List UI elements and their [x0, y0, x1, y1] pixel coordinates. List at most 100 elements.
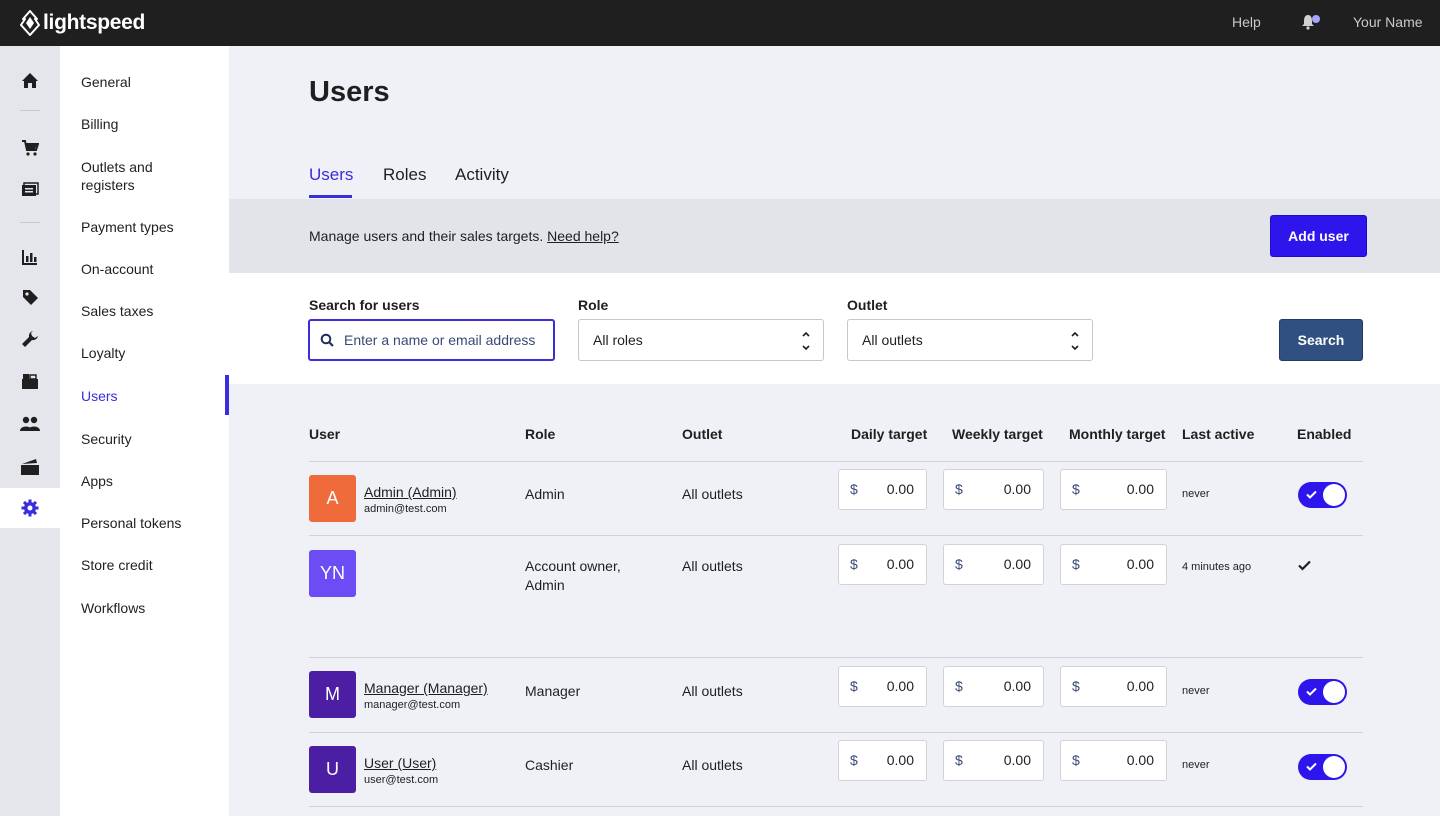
nav-apps[interactable]: Apps — [81, 472, 221, 490]
tab-users[interactable]: Users — [309, 165, 353, 185]
select-arrows-icon — [1071, 331, 1079, 351]
user-email: user@test.com — [364, 774, 439, 786]
bell-icon[interactable] — [1301, 13, 1323, 36]
user-name-link[interactable]: Manager (Manager) — [364, 680, 488, 696]
currency-symbol: $ — [955, 481, 963, 497]
nav-on-account[interactable]: On-account — [81, 260, 221, 278]
monthly-target-input[interactable]: $0.00 — [1060, 666, 1167, 707]
amount-value: 0.00 — [1003, 481, 1031, 497]
tab-roles[interactable]: Roles — [383, 165, 426, 185]
need-help-link[interactable]: Need help? — [547, 228, 619, 244]
amount-value: 0.00 — [1003, 678, 1031, 694]
user-outlet: All outlets — [682, 558, 743, 574]
amount-value: 0.00 — [886, 752, 914, 768]
search-button[interactable]: Search — [1279, 319, 1363, 361]
inventory-icon[interactable] — [0, 361, 60, 401]
role-select[interactable]: All roles — [578, 319, 824, 361]
column-header-last-active[interactable]: Last active — [1182, 426, 1254, 442]
nav-store-credit[interactable]: Store credit — [81, 556, 221, 574]
search-placeholder: Enter a name or email address — [344, 332, 536, 348]
daily-target-input[interactable]: $0.00 — [838, 469, 927, 510]
enabled-toggle[interactable] — [1298, 754, 1347, 780]
currency-symbol: $ — [1072, 481, 1080, 497]
nav-general[interactable]: General — [81, 73, 221, 91]
user-name-link[interactable]: Admin (Admin) — [364, 484, 457, 500]
last-active: never — [1182, 488, 1210, 500]
amount-value: 0.00 — [1126, 481, 1154, 497]
flame-icon — [20, 10, 40, 36]
nav-payment-types[interactable]: Payment types — [81, 218, 221, 236]
info-text: Manage users and their sales targets. Ne… — [309, 228, 619, 244]
settings-icon[interactable] — [0, 488, 60, 528]
user-name-link[interactable]: User (User) — [364, 755, 436, 771]
table-divider — [309, 657, 1363, 658]
currency-symbol: $ — [955, 678, 963, 694]
user-email: manager@test.com — [364, 699, 461, 711]
currency-symbol: $ — [1072, 678, 1080, 694]
amount-value: 0.00 — [1003, 752, 1031, 768]
amount-value: 0.00 — [1126, 752, 1154, 768]
role-select-value: All roles — [593, 332, 643, 348]
currency-symbol: $ — [850, 752, 858, 768]
last-active: never — [1182, 685, 1210, 697]
ecommerce-icon[interactable] — [0, 447, 60, 487]
weekly-target-input[interactable]: $0.00 — [943, 740, 1044, 781]
daily-target-input[interactable]: $0.00 — [838, 544, 927, 585]
wrench-icon[interactable] — [0, 319, 60, 359]
daily-target-input[interactable]: $0.00 — [838, 666, 927, 707]
column-header-outlet[interactable]: Outlet — [682, 426, 722, 442]
user-role: Manager — [525, 683, 581, 699]
help-link[interactable]: Help — [1232, 14, 1261, 30]
outlet-select-value: All outlets — [862, 332, 923, 348]
nav-outlets-and-registers[interactable]: Outlets and registers — [81, 158, 181, 194]
outlet-select[interactable]: All outlets — [847, 319, 1093, 361]
column-header-weekly-target[interactable]: Weekly target — [952, 426, 1043, 442]
nav-workflows[interactable]: Workflows — [81, 599, 221, 617]
select-arrows-icon — [802, 331, 810, 351]
cart-icon[interactable] — [0, 128, 60, 168]
column-header-monthly-target[interactable]: Monthly target — [1069, 426, 1165, 442]
search-input[interactable]: Enter a name or email address — [308, 319, 555, 361]
weekly-target-input[interactable]: $0.00 — [943, 544, 1044, 585]
weekly-target-input[interactable]: $0.00 — [943, 469, 1044, 510]
column-header-daily-target[interactable]: Daily target — [851, 426, 927, 442]
table-divider — [309, 732, 1363, 733]
user-role: Admin — [525, 486, 565, 502]
monthly-target-input[interactable]: $0.00 — [1060, 544, 1167, 585]
toggle-knob — [1323, 756, 1345, 778]
search-label: Search for users — [309, 297, 420, 313]
nav-security[interactable]: Security — [81, 430, 221, 448]
reports-icon[interactable] — [0, 237, 60, 277]
nav-personal-tokens[interactable]: Personal tokens — [81, 514, 221, 532]
monthly-target-input[interactable]: $0.00 — [1060, 469, 1167, 510]
nav-users[interactable]: Users — [81, 387, 221, 405]
nav-billing[interactable]: Billing — [81, 115, 221, 133]
toggle-knob — [1323, 484, 1345, 506]
nav-sales-taxes[interactable]: Sales taxes — [81, 302, 221, 320]
column-header-role[interactable]: Role — [525, 426, 555, 442]
currency-symbol: $ — [850, 481, 858, 497]
nav-loyalty[interactable]: Loyalty — [81, 344, 221, 362]
daily-target-input[interactable]: $0.00 — [838, 740, 927, 781]
user-menu[interactable]: Your Name — [1353, 14, 1423, 30]
enabled-toggle[interactable] — [1298, 482, 1347, 508]
column-header-user[interactable]: User — [309, 426, 340, 442]
icon-rail — [0, 46, 60, 816]
lightspeed-logo[interactable]: lightspeed — [20, 10, 145, 36]
weekly-target-input[interactable]: $0.00 — [943, 666, 1044, 707]
add-user-button[interactable]: Add user — [1270, 215, 1367, 257]
amount-value: 0.00 — [1126, 678, 1154, 694]
brand-name: lightspeed — [43, 11, 146, 34]
tag-icon[interactable] — [0, 277, 60, 317]
page-title: Users — [309, 76, 390, 108]
avatar: YN — [309, 550, 356, 597]
tab-activity[interactable]: Activity — [455, 165, 509, 185]
currency-symbol: $ — [850, 556, 858, 572]
amount-value: 0.00 — [886, 481, 914, 497]
monthly-target-input[interactable]: $0.00 — [1060, 740, 1167, 781]
customers-icon[interactable] — [0, 404, 60, 444]
home-icon[interactable] — [0, 61, 60, 101]
register-icon[interactable] — [0, 169, 60, 209]
enabled-toggle[interactable] — [1298, 679, 1347, 705]
currency-symbol: $ — [955, 556, 963, 572]
